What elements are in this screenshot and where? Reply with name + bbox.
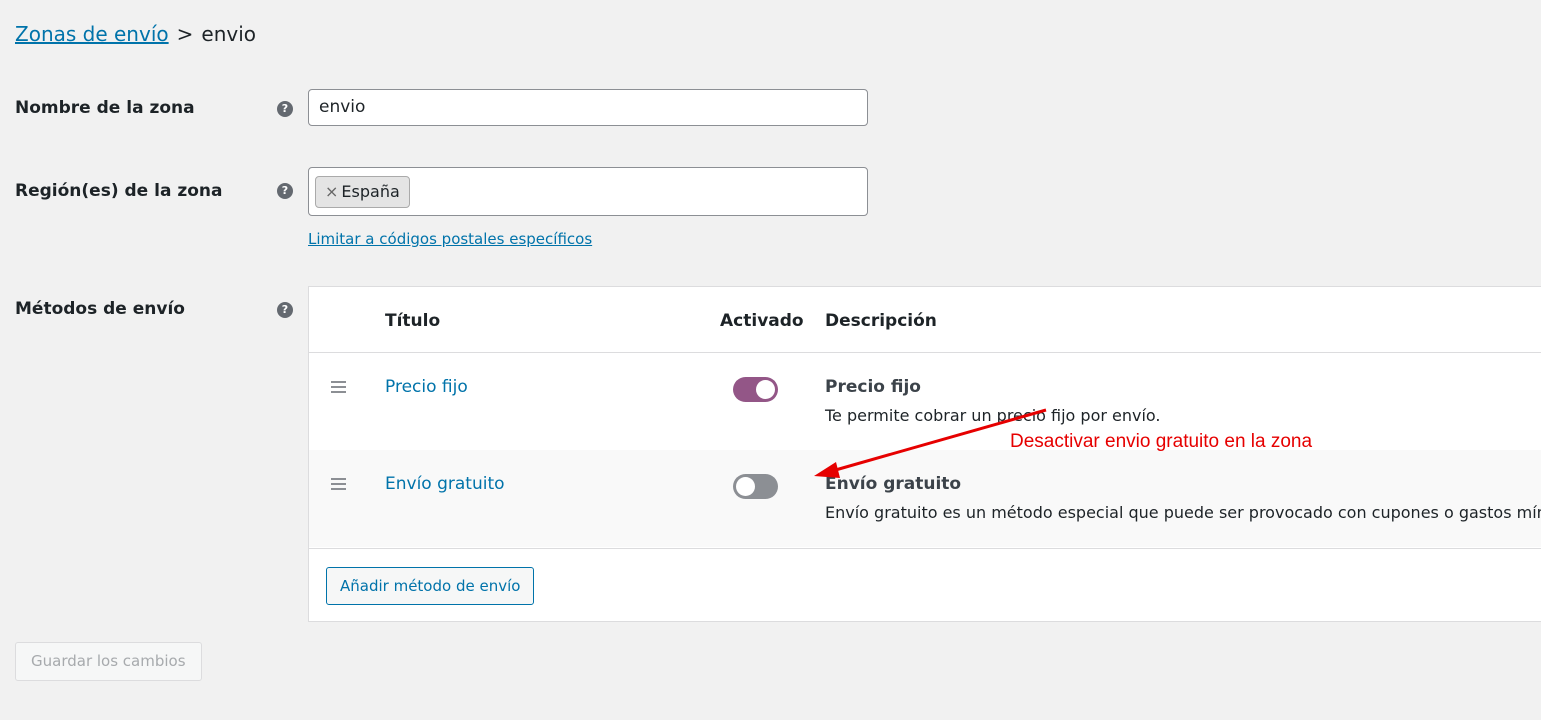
- method-title-link[interactable]: Precio fijo: [385, 377, 468, 397]
- method-title-link[interactable]: Envío gratuito: [385, 474, 505, 494]
- method-enabled-toggle[interactable]: [733, 474, 778, 499]
- breadcrumb-link-shipping-zones[interactable]: Zonas de envío: [15, 22, 169, 46]
- table-row: Precio fijo Precio fijo Te permite cobra…: [309, 353, 1541, 450]
- zone-name-label: Nombre de la zona: [15, 98, 195, 118]
- save-changes-button[interactable]: Guardar los cambios: [15, 642, 202, 681]
- help-icon[interactable]: ?: [277, 101, 293, 117]
- zone-regions-label: Región(es) de la zona: [15, 181, 223, 201]
- method-description-title: Precio fijo: [825, 377, 921, 397]
- breadcrumb: Zonas de envío > envio: [15, 22, 256, 46]
- zone-name-input[interactable]: envio: [308, 89, 868, 126]
- toggle-knob: [736, 477, 755, 496]
- breadcrumb-current: envio: [201, 22, 256, 46]
- remove-chip-icon[interactable]: ×: [325, 182, 338, 201]
- column-header-title: Título: [385, 311, 441, 331]
- drag-handle-icon[interactable]: [331, 381, 346, 396]
- shipping-methods-table: Título Activado Descripción Precio fijo …: [308, 286, 1541, 622]
- breadcrumb-separator: >: [176, 22, 194, 46]
- add-shipping-method-button[interactable]: Añadir método de envío: [326, 567, 535, 605]
- region-chip: × España: [315, 176, 410, 208]
- help-icon[interactable]: ?: [277, 183, 293, 199]
- table-row: Envío gratuito Envío gratuito Envío grat…: [309, 450, 1541, 547]
- annotation-text: Desactivar envio gratuito en la zona: [1010, 431, 1313, 452]
- method-description-text: Envío gratuito es un método especial que…: [825, 503, 1541, 522]
- rows-divider: [309, 548, 1541, 549]
- method-description-text: Te permite cobrar un precio fijo por env…: [825, 406, 1161, 425]
- toggle-knob: [756, 380, 775, 399]
- shipping-methods-label: Métodos de envío: [15, 299, 185, 319]
- region-chip-label: España: [341, 182, 400, 201]
- limit-postcodes-link[interactable]: Limitar a códigos postales específicos: [308, 230, 592, 248]
- column-header-enabled: Activado: [720, 311, 804, 331]
- zone-regions-select[interactable]: × España: [308, 167, 868, 216]
- drag-handle-icon[interactable]: [331, 478, 346, 493]
- column-header-description: Descripción: [825, 311, 937, 331]
- help-icon[interactable]: ?: [277, 302, 293, 318]
- method-enabled-toggle[interactable]: [733, 377, 778, 402]
- method-description-title: Envío gratuito: [825, 474, 962, 494]
